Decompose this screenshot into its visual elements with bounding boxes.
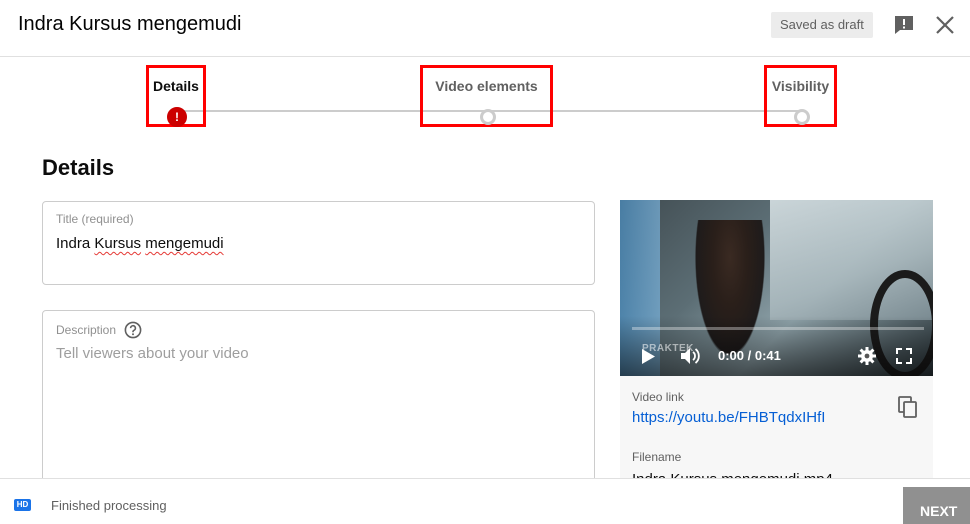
video-time-display: 0:00 / 0:41 (718, 348, 781, 363)
step-details-label: Details (153, 78, 199, 94)
next-button[interactable]: NEXT (903, 487, 970, 524)
title-field[interactable]: Title (required) Indra Kursus mengemudi (42, 201, 595, 285)
section-title: Details (42, 155, 115, 180)
step-visibility[interactable]: Visibility (764, 65, 837, 127)
video-preview-card: PRAKTEK 0:00 / 0:41 Video link https://y… (620, 200, 933, 480)
volume-icon[interactable] (680, 346, 702, 366)
fullscreen-icon[interactable] (896, 348, 912, 364)
video-link-block: Video link https://youtu.be/FHBTqdxIHfI (632, 390, 922, 426)
title-input[interactable]: Indra Kursus mengemudi (56, 235, 224, 252)
step-pending-dot-icon (480, 109, 496, 125)
dialog-title: Indra Kursus mengemudi (18, 13, 242, 35)
play-icon[interactable] (640, 348, 656, 365)
step-visibility-label: Visibility (771, 78, 830, 94)
video-player[interactable]: PRAKTEK 0:00 / 0:41 (620, 200, 933, 376)
misspelled-word: mengemudi (145, 235, 224, 252)
description-field[interactable]: Description Tell viewers about your vide… (42, 310, 595, 500)
close-icon[interactable] (934, 14, 956, 36)
title-text: Indra (56, 235, 95, 252)
step-pending-dot-icon (794, 109, 810, 125)
upload-stepper: Details ! Video elements Visibility (0, 58, 970, 133)
step-video-elements-label: Video elements (435, 78, 538, 94)
help-circle-icon[interactable] (124, 321, 142, 339)
saved-as-draft-badge: Saved as draft (771, 12, 873, 38)
title-field-label: Title (required) (56, 212, 134, 226)
video-link[interactable]: https://youtu.be/FHBTqdxIHfI (632, 409, 922, 426)
step-video-elements[interactable]: Video elements (420, 65, 553, 127)
misspelled-word: Kursus (94, 235, 142, 252)
filename-label: Filename (632, 450, 682, 464)
video-link-label: Video link (632, 390, 684, 404)
dialog-footer: HD Finished processing NEXT (0, 478, 970, 524)
step-details[interactable]: Details ! (146, 65, 206, 127)
description-field-label: Description (56, 321, 142, 339)
copy-icon[interactable] (896, 395, 920, 419)
error-icon: ! (167, 107, 187, 127)
video-progress-bar[interactable] (632, 327, 924, 330)
hd-icon: HD (14, 499, 31, 511)
description-label-text: Description (56, 323, 117, 337)
feedback-icon[interactable] (892, 13, 916, 37)
processing-status: Finished processing (51, 498, 167, 513)
dialog-header: Indra Kursus mengemudi Saved as draft (0, 0, 970, 57)
gear-icon[interactable] (858, 347, 876, 365)
description-input[interactable]: Tell viewers about your video (56, 345, 249, 362)
